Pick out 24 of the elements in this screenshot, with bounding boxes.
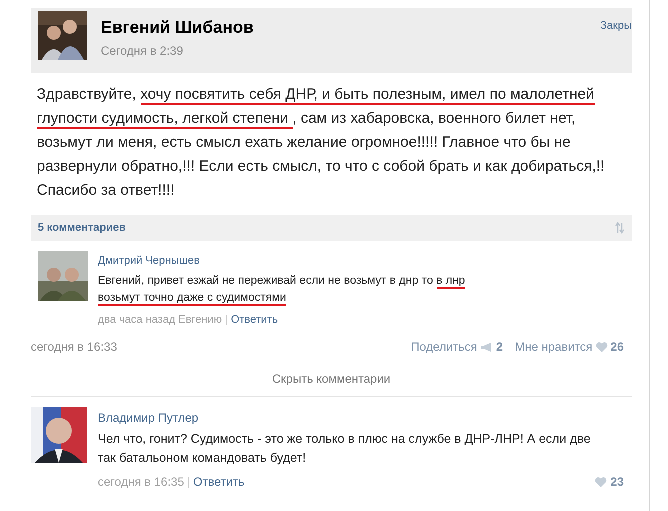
post-time: Сегодня в 2:39 [101, 43, 184, 60]
sort-icon[interactable] [615, 222, 625, 234]
reply-link[interactable]: Ответить [193, 473, 245, 491]
share-count: 2 [496, 339, 504, 356]
like-count: 26 [610, 339, 624, 356]
author-name[interactable]: Евгений Шибанов [101, 17, 254, 39]
hide-comments-link[interactable]: Скрыть комментарии [272, 370, 391, 388]
close-link[interactable]: Закры [600, 18, 632, 34]
reply-link[interactable]: Ответить [231, 312, 278, 328]
megaphone-icon[interactable] [480, 342, 494, 352]
comment-time: сегодня в 16:35 [98, 474, 184, 491]
post-date: сегодня в 16:33 [31, 339, 118, 356]
commenter-name[interactable]: Владимир Путлер [98, 409, 632, 427]
comment-text: Чел что, гонит? Судимость - это же только в плюс на службе в ДНР-ЛНР! А если две так батальоном командовать будет! [98, 431, 592, 467]
comment-text: Евгений, привет езжай не переживай если не возьмут в днр то в лнр возьмут точно даже с судимостями [98, 274, 466, 306]
post-text: Здравствуйте, хочу посвятить себя ДНР, и быть полезным, имел по малолетней глупости судимость, легкой степени , сам из хабаровска, военного билет нет, возьмут ли меня, есть смысл ехать желание огромное!!!!! Главное что бы не развернули обратно,!!! Если есть смысл, то что с собой брать и как добираться,!! Спасибо за ответ!!!! [36, 85, 606, 201]
share-link[interactable]: Поделиться [411, 338, 478, 356]
comment-time: два часа назад Евгению [98, 312, 222, 328]
heart-icon[interactable] [594, 476, 607, 488]
commenter-name[interactable]: Дмитрий Чернышев [98, 253, 498, 270]
like-link[interactable]: Мне нравится [515, 338, 593, 356]
comments-count[interactable]: 5 комментариев [38, 220, 126, 236]
heart-icon[interactable] [596, 342, 608, 352]
like-count: 23 [610, 474, 624, 491]
